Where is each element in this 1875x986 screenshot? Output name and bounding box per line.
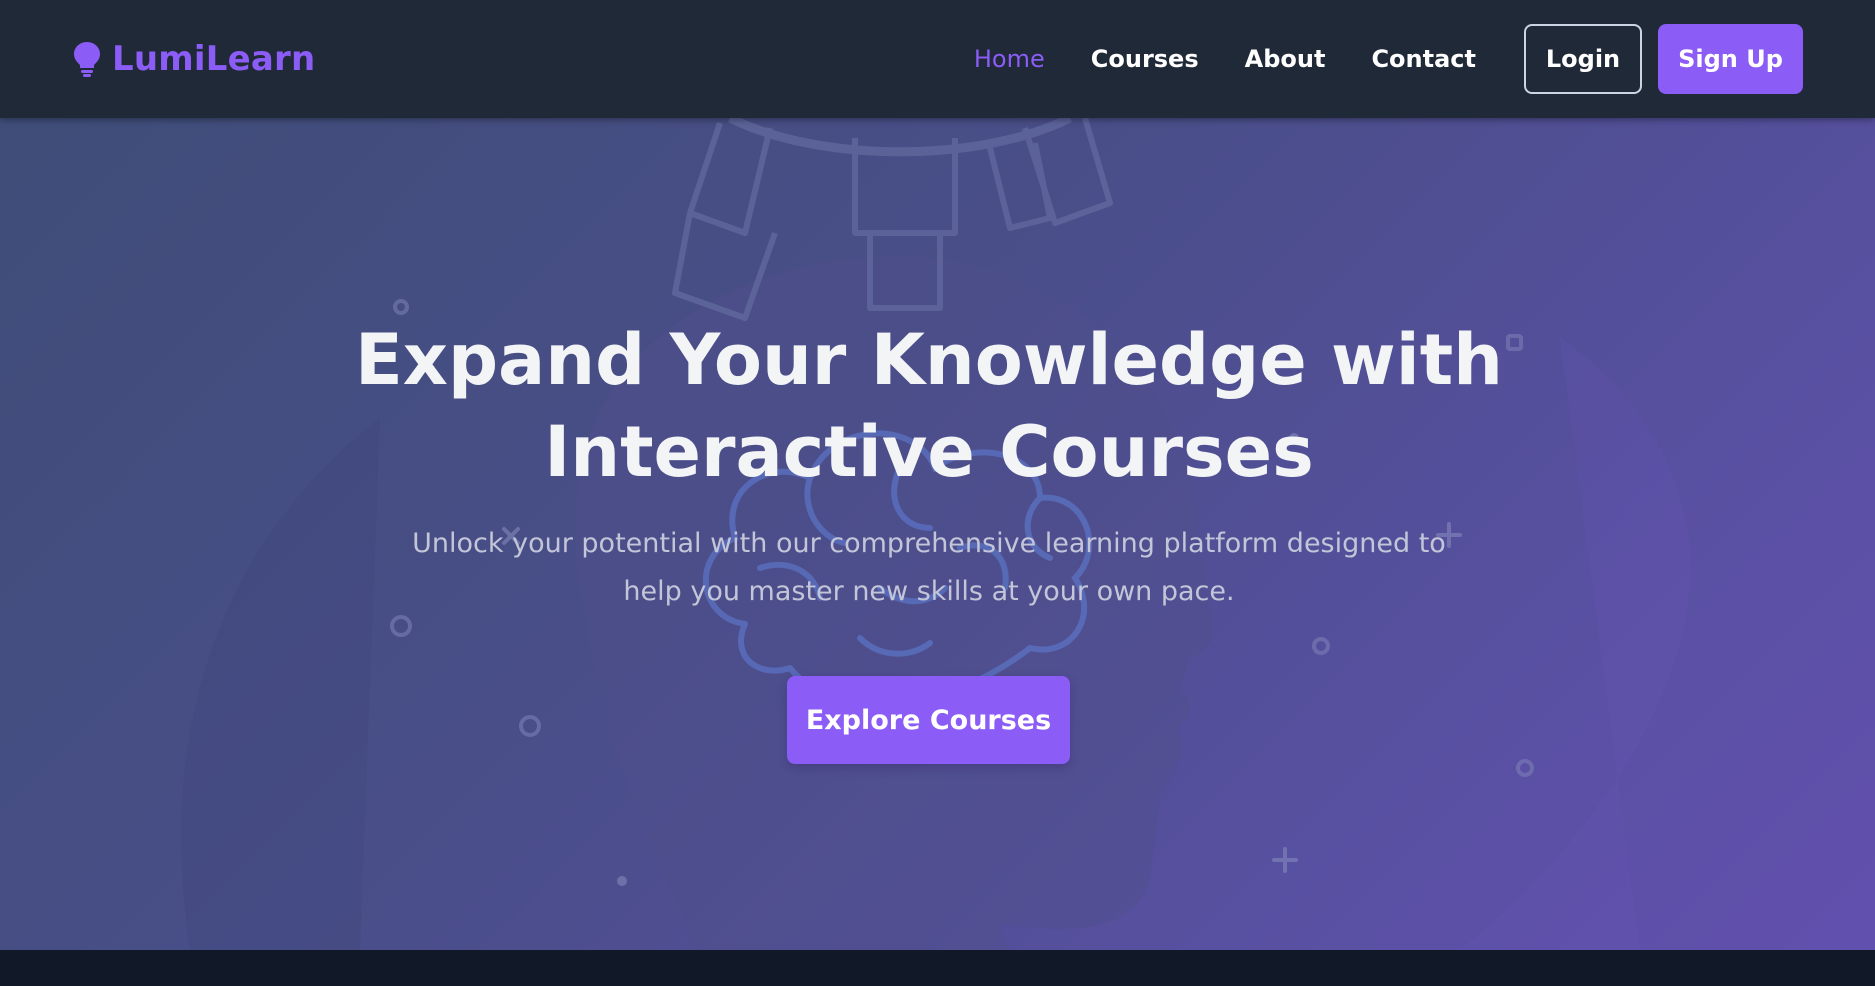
login-button[interactable]: Login xyxy=(1524,24,1642,94)
hero-title-line-2: Interactive Courses xyxy=(544,411,1314,493)
explore-courses-button[interactable]: Explore Courses xyxy=(787,676,1070,764)
nav-links: Home Courses About Contact xyxy=(974,45,1522,73)
footer-strip xyxy=(0,950,1875,986)
nav-link-about[interactable]: About xyxy=(1245,45,1326,73)
nav-right: Home Courses About Contact Login Sign Up xyxy=(974,24,1803,94)
nav-link-contact[interactable]: Contact xyxy=(1371,45,1476,73)
brand-name: LumiLearn xyxy=(112,39,316,79)
hero-section: Expand Your Knowledge with Interactive C… xyxy=(0,118,1875,950)
nav-link-courses[interactable]: Courses xyxy=(1091,45,1199,73)
hero-content: Expand Your Knowledge with Interactive C… xyxy=(0,118,1875,950)
brand-logo-link[interactable]: LumiLearn xyxy=(72,39,315,79)
hero-subtitle: Unlock your potential with our comprehen… xyxy=(412,528,1446,607)
navbar: LumiLearn Home Courses About Contact Log… xyxy=(0,0,1875,118)
hero-title-line-1: Expand Your Knowledge with xyxy=(354,319,1504,401)
nav-link-home[interactable]: Home xyxy=(974,45,1045,73)
lightbulb-icon xyxy=(74,42,100,77)
hero-title: Expand Your Knowledge with Interactive C… xyxy=(337,314,1521,498)
signup-button[interactable]: Sign Up xyxy=(1658,24,1803,94)
